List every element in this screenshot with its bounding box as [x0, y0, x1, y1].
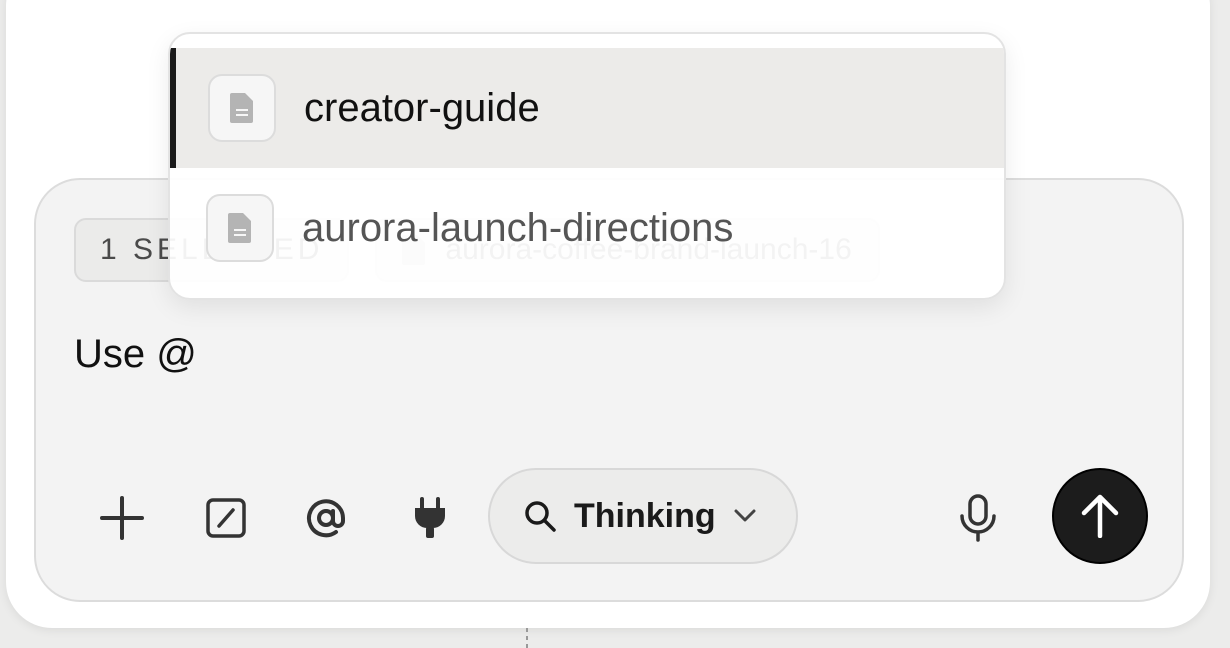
- thinking-mode-selector[interactable]: Thinking: [488, 468, 798, 564]
- composer-toolbar: Thinking: [86, 468, 1148, 568]
- slash-command-button[interactable]: [194, 486, 258, 550]
- thinking-mode-label: Thinking: [574, 496, 716, 535]
- mention-suggestions-menu: creator-guide aurora-launch-directions: [168, 32, 1006, 300]
- send-button[interactable]: [1052, 468, 1148, 564]
- chevron-down-icon: [734, 509, 756, 522]
- document-icon: [206, 194, 274, 262]
- divider-tick: [526, 628, 528, 648]
- microphone-icon: [960, 494, 996, 542]
- voice-input-button[interactable]: [946, 486, 1010, 550]
- search-icon: [525, 501, 556, 532]
- add-button[interactable]: [90, 486, 154, 550]
- mention-option-label: aurora-launch-directions: [302, 205, 734, 250]
- mention-option-creator-guide[interactable]: creator-guide: [170, 48, 1004, 168]
- message-input[interactable]: Use @: [74, 332, 197, 377]
- plus-icon: [100, 496, 144, 540]
- mention-option-aurora-launch-directions[interactable]: aurora-launch-directions: [170, 168, 1004, 288]
- arrow-up-icon: [1081, 494, 1119, 538]
- mention-button[interactable]: [294, 486, 358, 550]
- slash-command-icon: [206, 498, 246, 538]
- document-icon: [208, 74, 276, 142]
- at-mention-icon: [307, 499, 345, 538]
- connectors-button[interactable]: [398, 486, 462, 550]
- message-input-value: Use @: [74, 332, 197, 376]
- plug-icon: [415, 497, 445, 538]
- mention-option-label: creator-guide: [304, 85, 540, 130]
